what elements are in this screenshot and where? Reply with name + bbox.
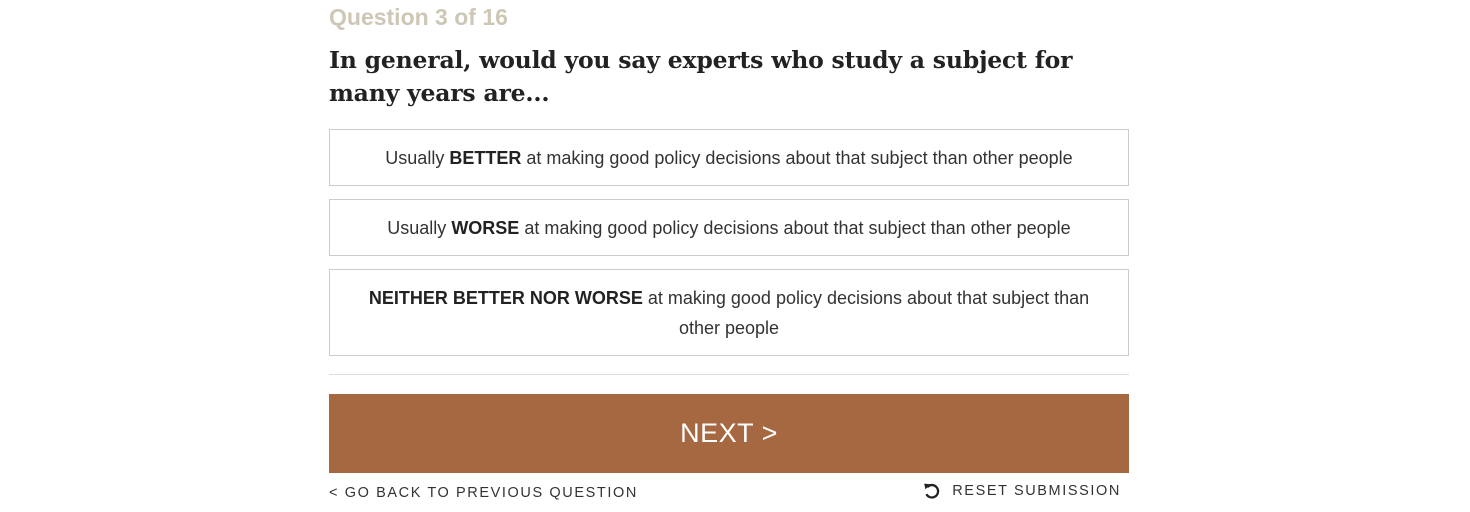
next-button[interactable]: NEXT > (329, 394, 1129, 473)
answer-option-label: Usually WORSE at making good policy deci… (363, 213, 1094, 243)
option-emphasis: WORSE (451, 217, 520, 238)
option-prefix: Usually (387, 217, 452, 238)
option-emphasis: NEITHER BETTER NOR WORSE (368, 287, 643, 308)
answer-option-label: Usually BETTER at making good policy dec… (361, 143, 1096, 173)
reset-submission-label: RESET SUBMISSION (952, 483, 1121, 499)
option-emphasis: BETTER (449, 147, 522, 168)
option-prefix: Usually (385, 147, 450, 168)
answer-option-better[interactable]: Usually BETTER at making good policy dec… (329, 129, 1129, 186)
go-back-link[interactable]: < GO BACK TO PREVIOUS QUESTION (329, 485, 638, 501)
divider (329, 374, 1129, 375)
option-rest: at making good policy decisions about th… (521, 147, 1073, 168)
answer-option-worse[interactable]: Usually WORSE at making good policy deci… (329, 199, 1129, 256)
option-rest: at making good policy decisions about th… (519, 217, 1071, 238)
option-rest: at making good policy decisions about th… (642, 287, 1090, 338)
answer-option-label: NEITHER BETTER NOR WORSE at making good … (330, 283, 1128, 343)
question-text: In general, would you say experts who st… (329, 46, 1073, 107)
question-counter: Question 3 of 16 (329, 4, 508, 30)
undo-arrow-icon (922, 481, 942, 501)
answer-option-neither[interactable]: NEITHER BETTER NOR WORSE at making good … (329, 269, 1129, 356)
reset-submission-button[interactable]: RESET SUBMISSION (922, 481, 1121, 501)
